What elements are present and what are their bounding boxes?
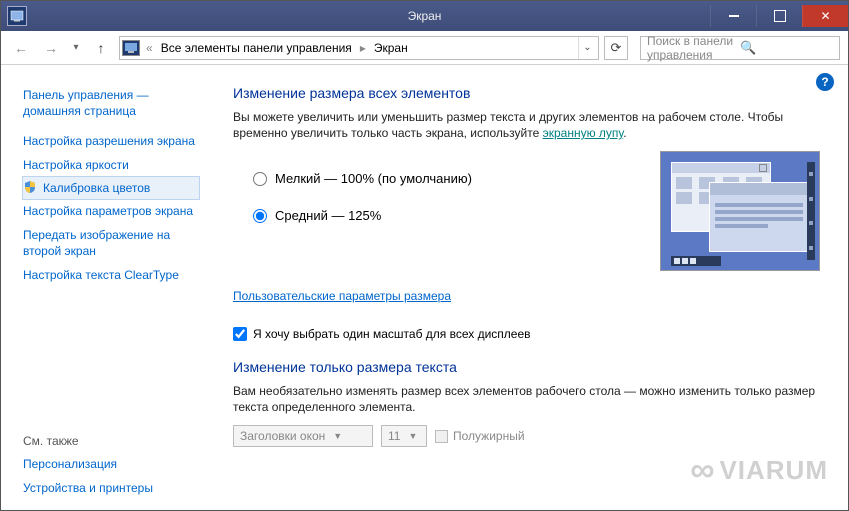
- main-panel: ? Изменение размера всех элементов Вы мо…: [211, 65, 848, 510]
- chevron-down-icon: ▼: [333, 431, 342, 441]
- section-textsize-desc: Вам необязательно изменять размер всех э…: [233, 383, 820, 415]
- seealso-devices[interactable]: Устройства и принтеры: [23, 476, 199, 500]
- display-preview: [660, 151, 820, 271]
- sidebar: Панель управления — домашняя страница На…: [1, 65, 211, 510]
- bold-checkbox-box: [435, 430, 448, 443]
- breadcrumb-parent[interactable]: Все элементы панели управления: [159, 41, 354, 55]
- section-textsize-title: Изменение только размера текста: [233, 359, 820, 375]
- search-icon: 🔍: [740, 40, 833, 56]
- maximize-button[interactable]: [756, 5, 802, 27]
- radio-medium-input[interactable]: [253, 209, 267, 223]
- size-radios: Мелкий — 100% (по умолчанию) Средний — 1…: [233, 151, 472, 271]
- seealso-personalization[interactable]: Персонализация: [23, 452, 199, 476]
- help-icon[interactable]: ?: [816, 73, 834, 91]
- address-dropdown[interactable]: ⌄: [578, 37, 596, 59]
- infinity-icon: ∞: [690, 451, 715, 490]
- see-also-header: См. также: [23, 428, 199, 452]
- breadcrumb-chevron: «: [144, 41, 155, 55]
- location-icon: [122, 40, 140, 56]
- titlebar: Экран: [1, 1, 848, 31]
- back-button[interactable]: ←: [9, 36, 33, 60]
- size-combo[interactable]: 11▼: [381, 425, 427, 447]
- system-icon: [7, 6, 27, 26]
- history-dropdown[interactable]: ▾: [69, 36, 83, 60]
- single-scale-checkbox[interactable]: Я хочу выбрать один масштаб для всех дис…: [233, 327, 820, 341]
- watermark: ∞ VIARUM: [690, 451, 828, 490]
- shield-icon: [23, 180, 37, 194]
- chevron-down-icon: ▼: [408, 431, 417, 441]
- sidebar-display-params[interactable]: Настройка параметров экрана: [23, 199, 199, 223]
- search-placeholder: Поиск в панели управления: [647, 34, 740, 62]
- magnifier-link[interactable]: экранную лупу: [543, 126, 624, 140]
- custom-size-link[interactable]: Пользовательские параметры размера: [233, 289, 451, 303]
- breadcrumb-current[interactable]: Экран: [372, 41, 410, 55]
- sidebar-home[interactable]: Панель управления — домашняя страница: [23, 83, 199, 123]
- bold-checkbox[interactable]: Полужирный: [435, 429, 525, 443]
- section-resize-desc: Вы можете увеличить или уменьшить размер…: [233, 109, 820, 141]
- sidebar-project[interactable]: Передать изображение на второй экран: [23, 223, 199, 263]
- single-scale-input[interactable]: [233, 327, 247, 341]
- sidebar-resolution[interactable]: Настройка разрешения экрана: [23, 129, 199, 153]
- window-controls: [710, 5, 848, 27]
- address-bar[interactable]: « Все элементы панели управления ▸ Экран…: [119, 36, 599, 60]
- element-combo[interactable]: Заголовки окон▼: [233, 425, 373, 447]
- close-button[interactable]: [802, 5, 848, 27]
- window-title: Экран: [408, 9, 442, 23]
- minimize-button[interactable]: [710, 5, 756, 27]
- forward-button[interactable]: →: [39, 36, 63, 60]
- refresh-button[interactable]: ⟳: [604, 36, 628, 60]
- textsize-controls: Заголовки окон▼ 11▼ Полужирный: [233, 425, 820, 447]
- search-input[interactable]: Поиск в панели управления 🔍: [640, 36, 840, 60]
- sidebar-cleartype[interactable]: Настройка текста ClearType: [23, 263, 199, 287]
- radio-small[interactable]: Мелкий — 100% (по умолчанию): [253, 171, 472, 186]
- breadcrumb-separator-icon: ▸: [358, 41, 368, 55]
- radio-medium[interactable]: Средний — 125%: [253, 208, 472, 223]
- section-resize-title: Изменение размера всех элементов: [233, 85, 820, 101]
- navbar: ← → ▾ ↑ « Все элементы панели управления…: [1, 31, 848, 65]
- radio-small-input[interactable]: [253, 172, 267, 186]
- sidebar-calibration[interactable]: Калибровка цветов: [22, 176, 200, 200]
- content-area: Панель управления — домашняя страница На…: [1, 65, 848, 510]
- sidebar-brightness[interactable]: Настройка яркости: [23, 153, 199, 177]
- up-button[interactable]: ↑: [89, 36, 113, 60]
